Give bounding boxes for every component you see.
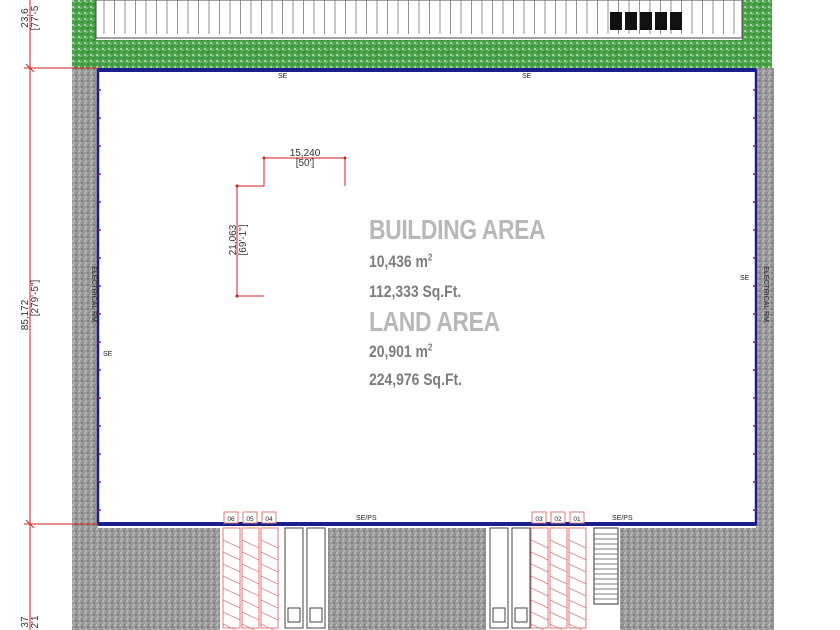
bottom-dim-label-ft: 2'1	[30, 615, 41, 628]
se-label-left: SE	[103, 351, 113, 358]
building-area-metric: 10,436 m2	[369, 252, 433, 271]
electrical-room-left: ELECTRICAL RM.	[90, 266, 97, 324]
trailer-bumper	[492, 607, 506, 623]
bay-width-label-ft: [50']	[296, 158, 315, 169]
dock-right-door-label: 03	[535, 516, 543, 523]
se-label-top-left: SE	[278, 73, 288, 80]
se-label-top-right: SE	[522, 73, 532, 80]
bay-depth-label-ft: [69'-1"]	[238, 224, 249, 255]
top-parking-stalls	[103, 0, 735, 34]
se-ps-label-left: SE/PS	[356, 515, 377, 522]
grass-strip-right	[742, 0, 772, 68]
land-area-metric: 20,901 m2	[369, 342, 433, 361]
paving-bottom-center	[328, 528, 486, 630]
overall-depth-label-ft: [279'-5"]	[30, 279, 41, 316]
exterior-stair	[593, 527, 619, 605]
dock-right-door-label: 01	[573, 516, 581, 523]
building-area-imperial: 112,333 Sq.Ft.	[369, 282, 462, 301]
paving-bottom-right	[620, 528, 774, 630]
trailer-bumper	[309, 607, 323, 623]
dock-left-door-label: 04	[265, 516, 273, 523]
se-label-right: SE	[740, 275, 750, 282]
top-transformers	[610, 12, 682, 30]
paving-bottom-left	[72, 528, 220, 630]
top-dim-label-ft: [77'-5	[30, 5, 41, 30]
trailer-bumper	[514, 607, 528, 623]
land-area-imperial: 224,976 Sq.Ft.	[369, 370, 462, 389]
grass-strip-top	[72, 40, 760, 68]
grass-strip-left	[72, 0, 96, 40]
building-area-title: BUILDING AREA	[369, 214, 546, 245]
dock-left-door-label: 05	[246, 516, 254, 523]
land-area-title: LAND AREA	[369, 306, 500, 337]
electrical-room-right: ELECTRICAL RM.	[762, 266, 769, 324]
se-ps-label-right: SE/PS	[612, 515, 633, 522]
trailer-bumper	[287, 607, 301, 623]
dock-left-door-label: 06	[227, 516, 235, 523]
dock-right-door-label: 02	[554, 516, 562, 523]
